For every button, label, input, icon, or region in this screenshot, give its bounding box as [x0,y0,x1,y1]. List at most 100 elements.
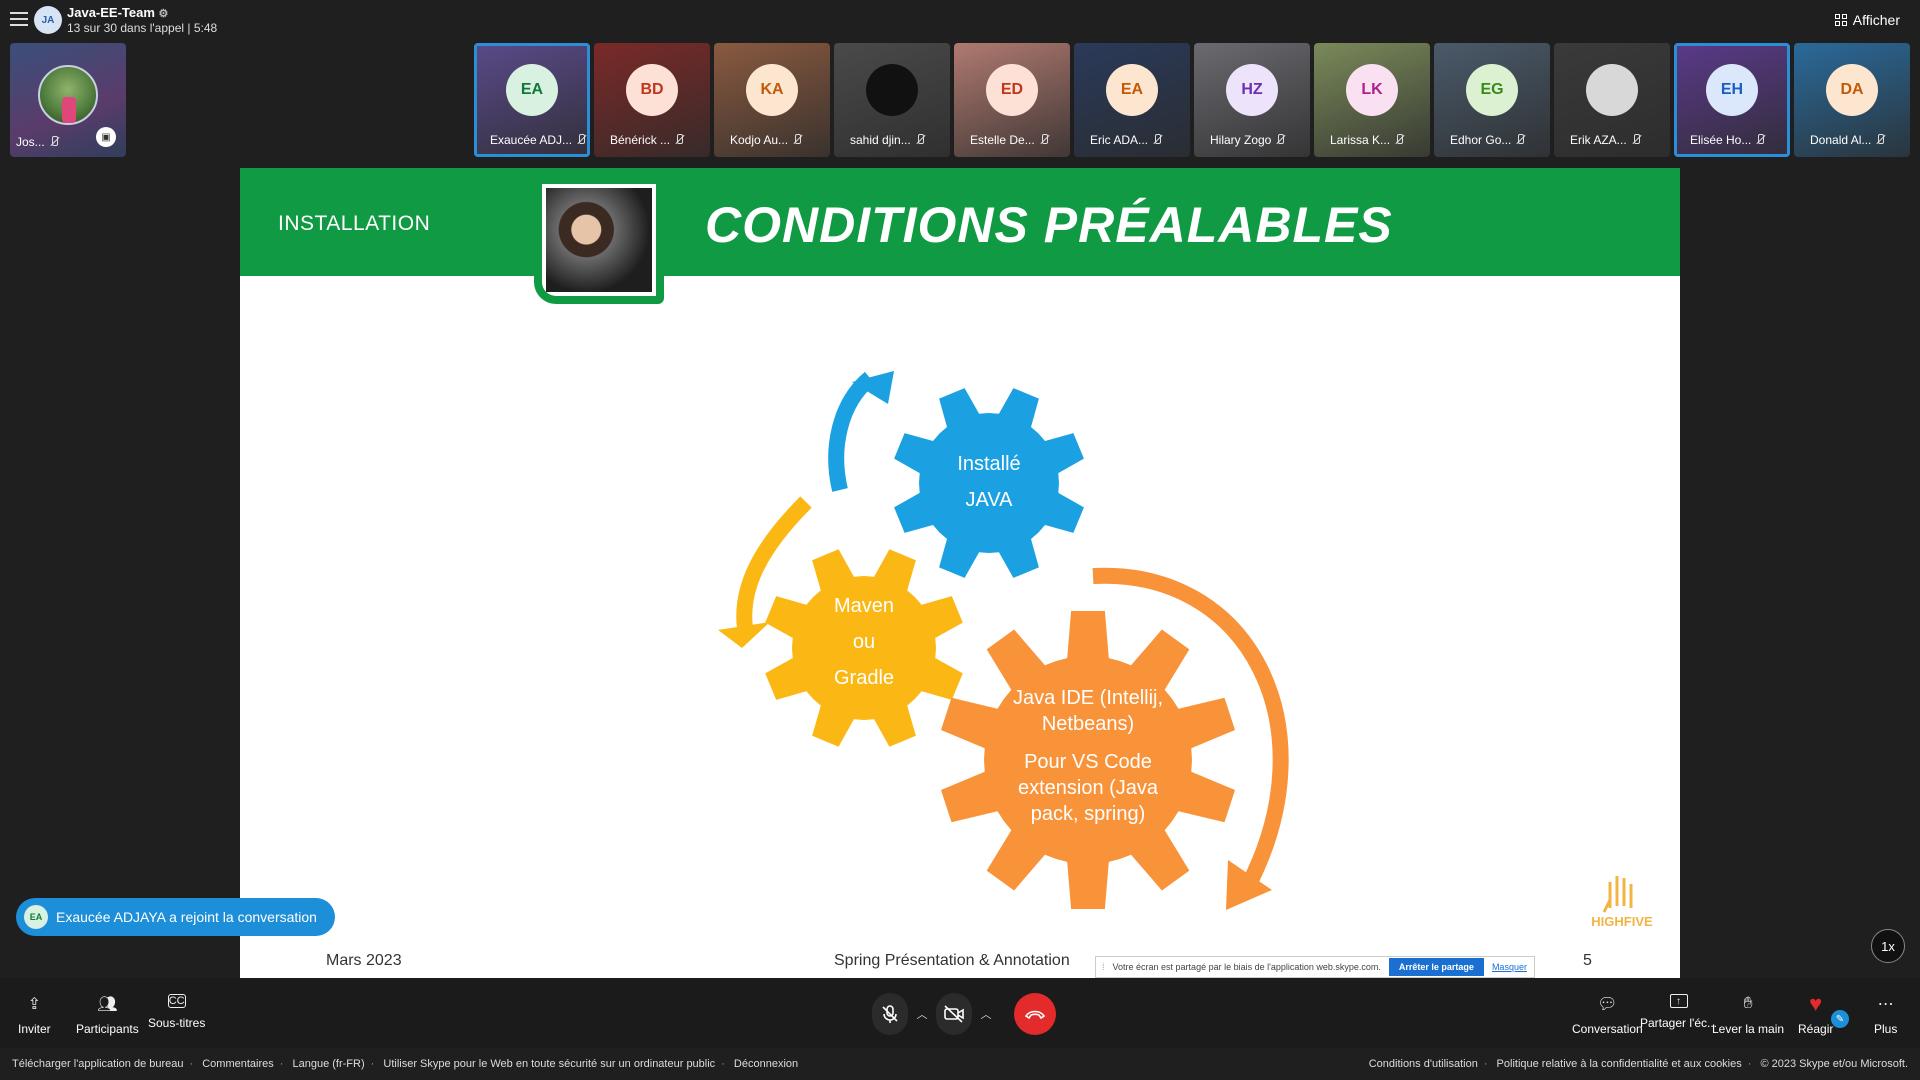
yellow-gear-line-1: Maven [834,595,894,617]
screen-share-icon: ▣ [96,127,116,147]
participant-name: Donald Al... [1810,133,1885,147]
language-link[interactable]: Langue (fr-FR) [293,1058,365,1070]
mic-off-icon [49,136,59,148]
hang-up-icon [1024,1010,1046,1020]
mic-off-icon [674,134,684,146]
participant-tile[interactable]: ED Estelle De... [954,43,1070,157]
participant-name: Kodjo Au... [730,133,802,147]
orange-gear-line-4: extension (Java [1018,777,1159,799]
page-footer: Télécharger l'application de bureau · Com… [0,1052,1920,1080]
participant-avatar [866,64,918,116]
participant-name: Eric ADA... [1090,133,1162,147]
participants-label: Participants [76,1022,139,1036]
terms-link[interactable]: Conditions d'utilisation [1369,1058,1478,1070]
slide-page-number: 5 [1583,952,1592,969]
mic-off-icon [1039,134,1049,146]
participant-tile[interactable]: BD Bénérick ... [594,43,710,157]
participant-avatar: EG [1466,64,1518,116]
call-title[interactable]: Java-EE-Team ⚙ [67,5,168,20]
grid-icon [1834,14,1847,26]
privacy-link[interactable]: Politique relative à la confidentialité … [1497,1058,1742,1070]
invite-label: Inviter [18,1022,51,1036]
download-desktop-link[interactable]: Télécharger l'application de bureau [12,1058,184,1070]
call-header: JA Java-EE-Team ⚙ 13 sur 30 dans l'appel… [0,0,1920,40]
logout-link[interactable]: Déconnexion [734,1058,798,1070]
stop-sharing-button[interactable]: Arrêter le partage [1388,958,1484,976]
participant-tile[interactable]: Erik AZA... [1554,43,1670,157]
share-bar-text: Votre écran est partagé par le biais de … [1112,962,1381,972]
participant-tile[interactable]: EA Eric ADA... [1074,43,1190,157]
toast-avatar: EA [24,905,48,929]
participant-avatar [1586,64,1638,116]
subtitles-button[interactable]: CC Sous-titres [148,994,205,1030]
people-icon: 👥︎ [97,996,118,1013]
chat-icon: 💬︎ [1597,996,1618,1013]
participant-tile[interactable]: LK Larissa K... [1314,43,1430,157]
orange-gear-line-1: Java IDE (Intellij, [1013,687,1163,709]
participant-tile[interactable]: sahid djin... [834,43,950,157]
share-screen-label: Partager l'éc... [1640,1016,1717,1030]
participant-tile[interactable]: EG Edhor Go... [1434,43,1550,157]
mic-off-icon [1755,134,1765,146]
join-notification: EA Exaucée ADJAYA a rejoint la conversat… [16,898,335,936]
mic-off-icon [1515,134,1525,146]
mic-off-icon [1152,134,1162,146]
feedback-link[interactable]: Commentaires [202,1058,274,1070]
participant-avatar: KA [746,64,798,116]
participant-avatar: DA [1826,64,1878,116]
participant-name: Larissa K... [1330,133,1404,147]
mic-off-icon [882,1005,898,1023]
mic-off-icon [915,134,925,146]
participant-tile[interactable]: KA Kodjo Au... [714,43,830,157]
gears-diagram: Installé JAVA Maven ou Gradle Java IDE (… [718,371,1289,910]
hide-share-bar-link[interactable]: Masquer [1492,962,1527,972]
share-screen-button[interactable]: ↑ Partager l'éc... [1640,994,1717,1030]
react-button[interactable]: ♥ Réagir [1798,991,1834,1036]
video-options-chevron-icon[interactable]: ︿ [976,993,996,1035]
hang-up-button[interactable] [1014,993,1056,1035]
participants-button[interactable]: 👥︎ Participants [76,994,139,1036]
camera-button[interactable] [936,993,972,1035]
blue-gear [894,388,1084,578]
mute-button[interactable] [872,993,908,1035]
participant-avatar: EA [506,64,558,116]
participant-tile[interactable]: DA Donald Al... [1794,43,1910,157]
copyright-text: © 2023 Skype et/ou Microsoft. [1760,1058,1908,1070]
orange-gear-line-2: Netbeans) [1042,713,1134,735]
participant-name: Erik AZA... [1570,133,1641,147]
self-video-tile[interactable]: Jos... ▣ [10,43,126,157]
invite-button[interactable]: ⇪ Inviter [18,994,51,1036]
participant-strip: EA Exaucée ADJ... BD Bénérick ... KA Kodjo Au… [474,43,1910,157]
raise-hand-button[interactable]: ✋︎ Lever la main [1712,994,1784,1036]
participant-tile[interactable]: EA Exaucée ADJ... [474,43,590,157]
more-button[interactable]: ⋯ Plus [1874,994,1897,1036]
public-computer-link[interactable]: Utiliser Skype pour le Web en toute sécu… [383,1058,715,1070]
mic-off-icon [792,134,802,146]
footer-left-links: Télécharger l'application de bureau · Com… [12,1058,799,1070]
react-label: Réagir [1798,1022,1834,1036]
toast-text: Exaucée ADJAYA a rejoint la conversation [56,909,317,925]
view-button[interactable]: Afficher [1834,12,1900,28]
camera-off-icon [944,1005,964,1023]
conversation-button[interactable]: 💬︎ Conversation [1572,994,1643,1036]
gear-blue-shape [894,388,1084,578]
drag-handle-icon[interactable]: ⁞ [1102,962,1105,972]
footer-right-links: Conditions d'utilisation · Politique rela… [1368,1058,1908,1070]
heart-icon: ♥ [1809,991,1823,1016]
yellow-gear-line-2: ou [853,631,875,653]
call-controls-bar: ⇪ Inviter 👥︎ Participants CC Sous-titres… [0,978,1920,1048]
participant-name: Edhor Go... [1450,133,1525,147]
participant-name: Bénérick ... [610,133,684,147]
participant-tile[interactable]: HZ Hilary Zogo [1194,43,1310,157]
participant-tile[interactable]: EH Elisée Ho... [1674,43,1790,157]
audio-options-chevron-icon[interactable]: ︿ [912,993,932,1035]
settings-icon[interactable]: ⚙ [159,8,169,20]
more-icon: ⋯ [1877,996,1894,1013]
cc-icon: CC [167,994,186,1008]
raise-hand-label: Lever la main [1712,1022,1785,1036]
playback-speed-button[interactable]: 1x [1871,929,1905,963]
pen-icon[interactable]: ✎ [1831,1010,1849,1028]
participant-name: Exaucée ADJ... [490,133,586,147]
self-photo [38,65,98,125]
menu-icon[interactable] [10,12,28,26]
